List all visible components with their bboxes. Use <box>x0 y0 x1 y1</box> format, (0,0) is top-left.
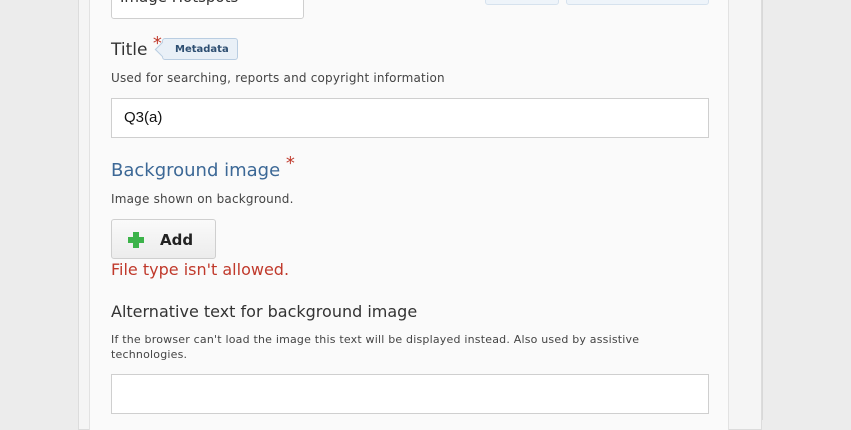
top-action-button-1[interactable] <box>485 0 559 5</box>
plus-icon <box>128 232 144 248</box>
alt-text-description-line1: If the browser can't load the image this… <box>111 333 640 346</box>
title-input[interactable]: Q3(a) <box>111 98 709 138</box>
add-button-label: Add <box>160 231 194 249</box>
right-gutter <box>762 0 851 420</box>
form-area <box>89 0 729 430</box>
add-image-button[interactable]: Add <box>111 219 216 259</box>
background-image-description: Image shown on background. <box>111 192 294 206</box>
top-action-button-2[interactable] <box>566 0 709 5</box>
alt-text-input[interactable] <box>111 374 709 414</box>
background-image-label-group: Background image * <box>111 153 295 181</box>
alt-text-description-line2: technologies. <box>111 348 188 361</box>
alt-text-label: Alternative text for background image <box>111 302 418 321</box>
library-select-value: Image Hotspots <box>120 0 238 14</box>
file-type-error: File type isn't allowed. <box>111 260 290 279</box>
title-description: Used for searching, reports and copyrigh… <box>111 71 445 85</box>
background-image-label: Background image <box>111 160 281 181</box>
required-marker: * <box>285 153 295 174</box>
metadata-badge[interactable]: Metadata <box>162 38 238 60</box>
library-select[interactable]: Image Hotspots <box>111 0 304 19</box>
title-label: Title <box>111 40 148 60</box>
